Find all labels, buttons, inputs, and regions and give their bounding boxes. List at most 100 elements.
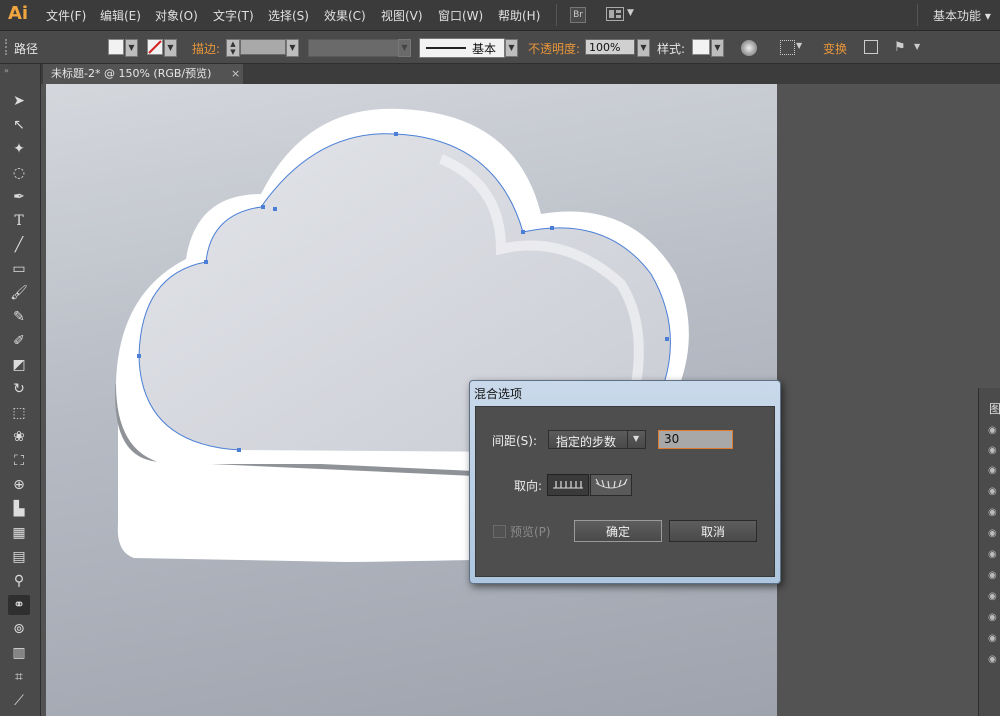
rotate-tool-icon[interactable]: ↻: [8, 379, 30, 399]
fill-swatch[interactable]: [108, 39, 124, 55]
dialog-title: 混合选项: [474, 387, 523, 401]
stroke-swatch[interactable]: [147, 39, 163, 55]
slice-tool-icon[interactable]: ⟋: [8, 691, 30, 711]
layers-panel-tab[interactable]: 图: [989, 400, 1000, 417]
menu-divider: [556, 4, 557, 26]
pencil-tool-icon[interactable]: ✎: [8, 307, 30, 327]
cancel-button[interactable]: 取消: [669, 520, 757, 542]
column-graph-tool-icon[interactable]: ▥: [8, 643, 30, 663]
app-logo: Ai: [8, 3, 29, 24]
preview-label: 预览(P): [510, 525, 551, 539]
chevron-down-icon[interactable]: ▼: [796, 41, 802, 50]
menu-view[interactable]: 视图(V): [381, 7, 423, 24]
collapse-panel-icon[interactable]: »: [4, 66, 9, 75]
brush-definition[interactable]: 基本: [419, 38, 505, 58]
eye-icon[interactable]: ◉: [988, 612, 1000, 626]
arrange-documents-icon[interactable]: [606, 7, 624, 21]
magic-wand-tool-icon[interactable]: ✦: [8, 139, 30, 159]
paintbrush-tool-icon[interactable]: 🖌: [8, 283, 30, 303]
menu-type[interactable]: 文字(T): [213, 7, 254, 24]
eye-icon[interactable]: ◉: [988, 549, 1000, 563]
recolor-artwork-icon[interactable]: [741, 40, 757, 56]
isolate-icon[interactable]: [864, 40, 878, 54]
rectangle-tool-icon[interactable]: ▭: [8, 259, 30, 279]
shape-builder-tool-icon[interactable]: ⊕: [8, 475, 30, 495]
perspective-grid-tool-icon[interactable]: ▙: [8, 499, 30, 519]
type-tool-icon[interactable]: T: [8, 211, 30, 231]
transform-label[interactable]: 变换: [823, 40, 847, 57]
menu-help[interactable]: 帮助(H): [498, 7, 540, 24]
eyedropper-tool-icon[interactable]: ⚲: [8, 571, 30, 591]
stroke-weight-stepper[interactable]: ▲ ▼: [226, 39, 240, 57]
pen-tool-icon[interactable]: ✒: [8, 187, 30, 207]
menu-file[interactable]: 文件(F): [46, 7, 86, 24]
chevron-down-icon[interactable]: ▼: [627, 8, 634, 18]
document-tab[interactable]: 未标题-2* @ 150% (RGB/预览) ×: [43, 64, 243, 84]
spacing-label: 间距(S):: [492, 434, 538, 448]
orientation-label: 取向:: [514, 479, 543, 493]
variable-width-dropdown[interactable]: ▼: [398, 39, 411, 57]
mesh-tool-icon[interactable]: ▦: [8, 523, 30, 543]
opacity-input[interactable]: 100%: [585, 39, 635, 55]
menu-divider: [917, 4, 918, 26]
eye-icon[interactable]: ◉: [988, 528, 1000, 542]
fill-dropdown[interactable]: ▼: [125, 39, 138, 57]
eye-icon[interactable]: ◉: [988, 445, 1000, 459]
menu-select[interactable]: 选择(S): [268, 7, 309, 24]
eye-icon[interactable]: ◉: [988, 570, 1000, 584]
preview-checkbox[interactable]: [493, 525, 506, 538]
line-tool-icon[interactable]: ╱: [8, 235, 30, 255]
direct-selection-tool-icon[interactable]: ↖: [8, 115, 30, 135]
chevron-down-icon: ▼: [633, 434, 640, 443]
align-to-icon[interactable]: [780, 40, 795, 55]
graphic-style-swatch[interactable]: [692, 39, 710, 55]
align-to-page-icon: [553, 481, 583, 489]
eye-icon[interactable]: ◉: [988, 465, 1000, 479]
menu-effect[interactable]: 效果(C): [324, 7, 366, 24]
opacity-dropdown[interactable]: ▼: [637, 39, 650, 57]
eraser-tool-icon[interactable]: ◩: [8, 355, 30, 375]
stroke-weight-input[interactable]: [240, 39, 286, 55]
gradient-tool-icon[interactable]: ▤: [8, 547, 30, 567]
brush-basic-label: 基本: [472, 42, 497, 56]
eye-icon[interactable]: ◉: [988, 486, 1000, 500]
lasso-tool-icon[interactable]: ◌: [8, 163, 30, 183]
graphic-style-dropdown[interactable]: ▼: [711, 39, 724, 57]
stroke-label[interactable]: 描边:: [192, 40, 220, 57]
brush-dropdown[interactable]: ▼: [505, 39, 518, 57]
eye-icon[interactable]: ◉: [988, 633, 1000, 647]
document-tab-title: 未标题-2* @ 150% (RGB/预览): [51, 67, 212, 80]
menu-window[interactable]: 窗口(W): [438, 7, 483, 24]
menu-object[interactable]: 对象(O): [155, 7, 198, 24]
menu-edit[interactable]: 编辑(E): [100, 7, 141, 24]
variable-width-profile[interactable]: [308, 39, 400, 57]
eye-icon[interactable]: ◉: [988, 425, 1000, 439]
eye-icon[interactable]: ◉: [988, 591, 1000, 605]
symbol-sprayer-tool-icon[interactable]: ⊚: [8, 619, 30, 639]
stroke-dropdown[interactable]: ▼: [164, 39, 177, 57]
steps-input[interactable]: 30: [658, 430, 733, 449]
align-to-page-button[interactable]: [547, 474, 589, 496]
eye-icon[interactable]: ◉: [988, 507, 1000, 521]
free-transform-tool-icon[interactable]: ⛶: [8, 451, 30, 471]
ok-button[interactable]: 确定: [574, 520, 662, 542]
stroke-weight-dropdown[interactable]: ▼: [286, 39, 299, 57]
align-to-path-button[interactable]: [590, 474, 632, 496]
chevron-down-icon[interactable]: ▼: [914, 42, 920, 51]
opacity-label[interactable]: 不透明度:: [528, 40, 580, 57]
artboard-tool-icon[interactable]: ⌗: [8, 667, 30, 687]
scale-tool-icon[interactable]: ⬚: [8, 403, 30, 423]
blend-tool-icon[interactable]: ⚭: [8, 595, 30, 615]
eye-icon[interactable]: ◉: [988, 654, 1000, 668]
close-icon[interactable]: ×: [231, 64, 240, 84]
bridge-icon[interactable]: Br: [570, 7, 586, 23]
warp-tool-icon[interactable]: ❀: [8, 427, 30, 447]
selection-tool-icon[interactable]: ➤: [8, 91, 30, 111]
spacing-select[interactable]: 指定的步数 ▼: [548, 430, 646, 449]
grip-handle[interactable]: [5, 39, 9, 55]
flag-icon[interactable]: ⚑: [894, 40, 906, 55]
blob-brush-tool-icon[interactable]: ✐: [8, 331, 30, 351]
workspace-switcher[interactable]: 基本功能 ▾: [933, 7, 991, 24]
align-to-path-icon: [595, 478, 628, 489]
spacing-select-value: 指定的步数: [556, 435, 617, 449]
